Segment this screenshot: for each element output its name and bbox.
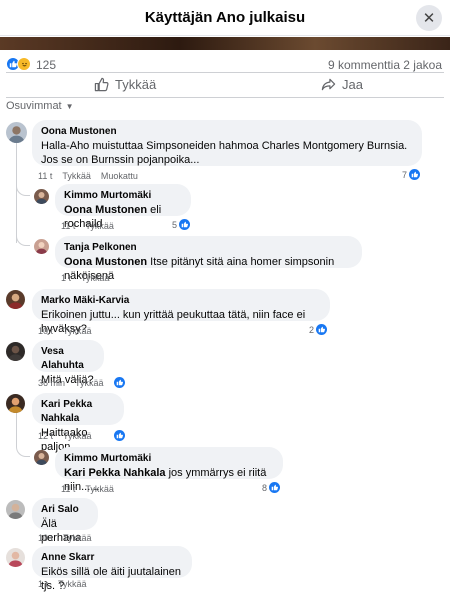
comment-time[interactable]: 12 t: [38, 431, 53, 441]
comment-meta: 10 t Tykkää: [38, 533, 92, 543]
comment-meta: 11 t Tykkää: [61, 221, 114, 231]
reaction-count[interactable]: 125: [36, 58, 56, 72]
like-button-label: Tykkää: [115, 77, 157, 92]
comment-like-link[interactable]: Tykkää: [75, 378, 104, 388]
comment-author[interactable]: Anne Skarr: [41, 551, 183, 565]
comment-time[interactable]: 11 t: [61, 221, 75, 231]
comment-meta: 11 t Tykkää: [61, 484, 114, 494]
post-image[interactable]: [0, 37, 450, 50]
avatar[interactable]: [34, 239, 49, 254]
close-icon: ✕: [422, 10, 436, 27]
caret-down-icon: ▼: [65, 101, 74, 111]
comment-meta: 36 min Tykkää: [38, 377, 125, 388]
comment-like-link[interactable]: Tykkää: [63, 431, 92, 441]
comment-meta: 11 t Tykkää Muokattu: [38, 171, 138, 181]
comment-like-count[interactable]: 5: [172, 219, 191, 230]
dialog-title: Käyttäjän Ano julkaisu: [144, 9, 306, 26]
share-count[interactable]: 2 jakoa: [403, 58, 442, 72]
thread-branch: [16, 180, 30, 196]
avatar[interactable]: [6, 342, 25, 361]
comment-meta: 10 t Tykkää: [38, 326, 92, 336]
reply-bubble: Tanja Pelkonen Oona Mustonen Itse pitäny…: [55, 236, 362, 282]
share-button[interactable]: Jaa: [321, 77, 363, 92]
comment-count[interactable]: 9 kommenttia: [328, 58, 400, 72]
avatar[interactable]: [6, 122, 27, 143]
thumbs-up-icon: [94, 77, 109, 92]
comment-bubble: Vesa Alahuhta Mitä väliä?: [32, 340, 104, 386]
mention-link[interactable]: Oona Mustonen: [64, 256, 147, 268]
comment-like-count[interactable]: 7: [402, 169, 421, 180]
comment-time[interactable]: 1 t: [61, 273, 71, 283]
avatar[interactable]: [6, 500, 25, 519]
comment-author[interactable]: Kari Pekka Nahkala: [41, 398, 115, 426]
reaction-icons[interactable]: [6, 57, 31, 71]
comment-author[interactable]: Kimmo Murtomäki: [64, 189, 182, 203]
like-badge-icon[interactable]: [113, 377, 125, 388]
filter-label: Osuvimmat: [6, 100, 62, 112]
comment-like-count[interactable]: 8: [262, 482, 281, 493]
share-arrow-icon: [321, 78, 336, 91]
comment-like-link[interactable]: Tykkää: [85, 484, 114, 494]
like-badge-icon: [269, 482, 281, 493]
thread-branch: [16, 232, 30, 246]
comment-time[interactable]: 10 t: [38, 533, 53, 543]
comment-author[interactable]: Kimmo Murtomäki: [64, 452, 274, 466]
comment-like-link[interactable]: Tykkää: [62, 171, 91, 181]
like-badge-icon: [409, 169, 421, 180]
comment-time[interactable]: 10 t: [38, 326, 53, 336]
comment-author[interactable]: Ari Salo: [41, 503, 89, 517]
edited-label: Muokattu: [100, 171, 138, 181]
like-badge-icon[interactable]: [113, 430, 125, 441]
comment-like-link[interactable]: Tykkää: [85, 221, 114, 231]
comment-like-link[interactable]: Tykkää: [63, 533, 92, 543]
comment-bubble: Marko Mäki-Karvia Erikoinen juttu... kun…: [32, 289, 330, 335]
dialog-header: Käyttäjän Ano julkaisu ✕: [0, 0, 450, 36]
comment-author[interactable]: Oona Mustonen: [41, 125, 413, 139]
share-button-label: Jaa: [342, 77, 363, 92]
comment-time[interactable]: 11 t: [38, 171, 52, 181]
comment-meta: 12 t Tykkää: [38, 430, 125, 441]
comment-time[interactable]: 1 t: [38, 579, 48, 589]
avatar[interactable]: [6, 290, 25, 309]
comment-time[interactable]: 11 t: [61, 484, 75, 494]
comment-author[interactable]: Tanja Pelkonen: [64, 241, 353, 255]
post-actions: Tykkää Jaa: [6, 72, 444, 98]
comment-like-link[interactable]: Tykkää: [63, 326, 92, 336]
comment-bubble: Ari Salo Älä perhana: [32, 498, 98, 544]
reply-bubble: Kimmo Murtomäki Kari Pekka Nahkala jos y…: [55, 447, 283, 493]
avatar[interactable]: [6, 394, 25, 413]
like-button[interactable]: Tykkää: [94, 77, 156, 92]
comment-time[interactable]: 36 min: [38, 378, 65, 388]
thread-branch: [16, 440, 30, 457]
comment-filter-dropdown[interactable]: Osuvimmat ▼: [6, 100, 74, 112]
comment-bubble: Kari Pekka Nahkala Haittaako paljon: [32, 393, 124, 453]
thread-line: [16, 143, 17, 243]
avatar[interactable]: [34, 450, 49, 465]
comment-text: Halla-Aho muistuttaa Simpsoneiden hahmoa…: [41, 140, 408, 166]
comment-meta: 1 t Tykkää: [38, 579, 87, 589]
comment-like-link[interactable]: Tykkää: [81, 273, 110, 283]
thread-line: [16, 412, 17, 442]
comment-bubble: Oona Mustonen Halla-Aho muistuttaa Simps…: [32, 120, 422, 166]
comment-like-count[interactable]: 2: [309, 324, 328, 335]
mention-link[interactable]: Kari Pekka Nahkala: [64, 467, 166, 479]
mention-link[interactable]: Oona Mustonen: [64, 204, 147, 216]
comment-meta: 1 t Tykkää: [61, 273, 110, 283]
like-badge-icon: [316, 324, 328, 335]
comment-like-link[interactable]: Tykkää: [58, 579, 87, 589]
comment-bubble: Anne Skarr Eikös sillä ole äiti juutalai…: [32, 546, 192, 592]
haha-reaction-icon: [17, 57, 31, 71]
comment-author[interactable]: Vesa Alahuhta: [41, 345, 95, 373]
close-button[interactable]: ✕: [416, 5, 442, 31]
comment-author[interactable]: Marko Mäki-Karvia: [41, 294, 321, 308]
like-badge-icon: [179, 219, 191, 230]
avatar[interactable]: [34, 189, 49, 204]
avatar[interactable]: [6, 548, 25, 567]
reply-bubble: Kimmo Murtomäki Oona Mustonen eli rochai…: [55, 184, 191, 230]
